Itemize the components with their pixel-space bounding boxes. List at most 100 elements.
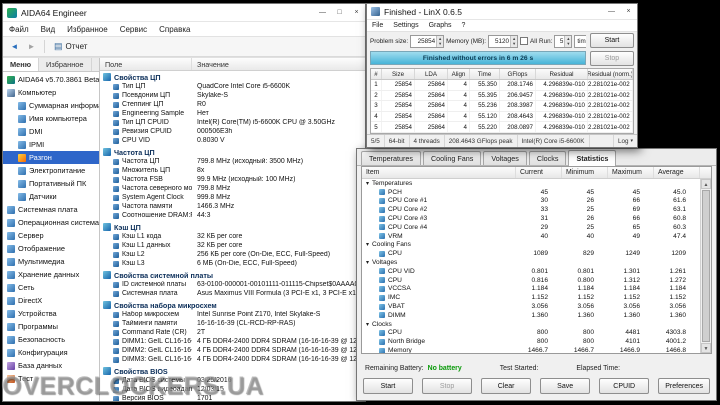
field-row[interactable]: Кэш L2 256 КБ per core (On-Die, ECC, Ful… (100, 250, 365, 259)
run-spinner[interactable]: 5 ▲ ▼ (554, 34, 573, 48)
linx-titlebar[interactable]: Finished - LinX 0.6.5 — × (367, 4, 637, 20)
stats-row[interactable]: ▾ IMC 1.152 1.152 1.152 1.152 (362, 293, 700, 302)
menu-item[interactable]: Файл (3, 25, 35, 34)
field-row[interactable]: DIMM3: GeIL CL16-16-16 DDR4-2400 4 ГБ DD… (100, 355, 365, 364)
field-row[interactable]: Соотношение DRAM:FSB 44:3 (100, 211, 365, 220)
scroll-up-icon[interactable]: ▲ (701, 179, 711, 189)
aida64-titlebar[interactable]: AIDA64 Engineer — □ × (3, 4, 365, 22)
menu-item[interactable]: Сервис (114, 25, 153, 34)
log-button[interactable]: Log ▾ (612, 135, 637, 147)
tree-item[interactable]: Портативный ПК (3, 177, 99, 190)
field-row[interactable]: Псевдоним ЦП Skylake-S (100, 91, 365, 100)
maximize-button[interactable]: □ (331, 4, 348, 21)
col-residual[interactable]: Residual (536, 69, 588, 79)
group-collapse-icon[interactable]: ▾ (366, 180, 369, 187)
spinner-down-icon[interactable]: ▼ (511, 41, 517, 47)
group-collapse-icon[interactable]: ▾ (366, 259, 369, 266)
tree-item[interactable]: AIDA64 v5.70.3861 Beta (3, 73, 99, 86)
tree-item[interactable]: Датчики (3, 190, 99, 203)
field-row[interactable]: Ревизия CPUID 000506E3h (100, 127, 365, 136)
col-lda[interactable]: LDA (415, 69, 448, 79)
times-dropdown[interactable]: times ▾ (574, 34, 586, 48)
col-gflops[interactable]: GFlops (500, 69, 536, 79)
test-control-button[interactable]: CPUID (599, 378, 650, 394)
tree-item[interactable]: DirectX (3, 294, 99, 307)
stats-row[interactable]: ▾ Clocks (362, 320, 700, 329)
field-row[interactable]: Дата BIOS системы 03/25/2016 (100, 376, 365, 385)
grid-header-value[interactable]: Значение (192, 60, 365, 69)
col-minimum[interactable]: Minimum (562, 167, 608, 178)
field-row[interactable]: Множитель ЦП 8x (100, 166, 365, 175)
menu-item[interactable]: Graphs (424, 22, 457, 29)
menu-item[interactable]: ? (457, 22, 471, 29)
tree-item[interactable]: Сервер (3, 229, 99, 242)
test-control-button[interactable]: Save (540, 378, 591, 394)
stats-row[interactable]: ▾ CPU 1089 829 1249 1209 (362, 249, 700, 258)
vertical-scrollbar[interactable]: ▲ ▼ (700, 179, 711, 353)
stats-row[interactable]: ▾ CPU VID 0.801 0.801 1.301 1.261 (362, 267, 700, 276)
field-row[interactable]: Command Rate (CR) 2T (100, 328, 365, 337)
field-row[interactable]: Дата BIOS видеоадаптера 12/03/15 (100, 385, 365, 394)
field-row[interactable]: Степпинг ЦП R0 (100, 100, 365, 109)
minimize-button[interactable]: — (314, 4, 331, 21)
field-row[interactable]: Кэш L3 6 МБ (On-Die, ECC, Full-Speed) (100, 259, 365, 268)
scrollbar-thumb[interactable] (702, 190, 710, 342)
field-row[interactable]: DIMM1: GeIL CL16-16-16 DDR4-2400 4 ГБ DD… (100, 337, 365, 346)
memory-spinner[interactable]: 5120 ▲ ▼ (488, 34, 519, 48)
tree-item[interactable]: Безопасность (3, 333, 99, 346)
spinner-down-icon[interactable]: ▼ (565, 41, 571, 47)
col-current[interactable]: Current (516, 167, 562, 178)
result-row[interactable]: 4 25854 25864 4 55.120 208.4643 4.296839… (371, 111, 633, 123)
forward-button[interactable]: ► (24, 39, 39, 55)
stats-row[interactable]: ▾ CPU 0.816 0.800 1.312 1.272 (362, 276, 700, 285)
stats-row[interactable]: ▾ Voltages (362, 258, 700, 267)
result-row[interactable]: 5 25854 25864 4 55.220 208.0897 4.296839… (371, 122, 633, 133)
sensor-tab[interactable]: Statistics (568, 150, 617, 166)
tree-item[interactable]: Сеть (3, 281, 99, 294)
tree-item[interactable]: Хранение данных (3, 268, 99, 281)
grid-header-field[interactable]: Поле (100, 58, 192, 70)
stats-row[interactable]: ▾ Memory 1466.7 1466.7 1466.9 1466.8 (362, 346, 700, 353)
spinner-down-icon[interactable]: ▼ (437, 41, 443, 47)
col-residual-norm[interactable]: Residual (norm.) (588, 69, 633, 79)
field-row[interactable]: DIMM2: GeIL CL16-16-16 DDR4-2400 4 ГБ DD… (100, 346, 365, 355)
test-control-button[interactable]: Stop (422, 378, 473, 394)
field-row[interactable]: Тип ЦП CPUID Intel(R) Core(TM) i5-6600K … (100, 118, 365, 127)
tree-item[interactable]: Программы (3, 320, 99, 333)
stats-row[interactable]: ▾ CPU Core #4 29 25 65 60.3 (362, 223, 700, 232)
menu-item[interactable]: File (367, 22, 388, 29)
stats-row[interactable]: ▾ Temperatures (362, 179, 700, 188)
field-row[interactable]: Частота FSB 99.9 MHz (исходный: 100 MHz) (100, 175, 365, 184)
field-row[interactable]: Версия BIOS 1701 (100, 394, 365, 401)
tree-item[interactable]: Отображение (3, 242, 99, 255)
tree-item[interactable]: DMI (3, 125, 99, 138)
sensor-tab[interactable]: Cooling Fans (422, 151, 482, 165)
field-row[interactable]: System Agent Clock 999.8 MHz (100, 193, 365, 202)
menu-item[interactable]: Settings (388, 22, 423, 29)
menu-item[interactable]: Вид (35, 25, 61, 34)
group-collapse-icon[interactable]: ▾ (366, 321, 369, 328)
report-button[interactable]: ▤ Отчет (50, 39, 91, 55)
stats-row[interactable]: ▾ VBAT 3.056 3.056 3.056 3.056 (362, 302, 700, 311)
field-row[interactable]: Частота ЦП 799.8 MHz (исходный: 3500 MHz… (100, 157, 365, 166)
stats-row[interactable]: ▾ CPU 800 800 4481 4303.8 (362, 329, 700, 338)
tree-item[interactable]: Операционная система (3, 216, 99, 229)
all-checkbox[interactable] (520, 37, 529, 45)
field-row[interactable]: Частота памяти 1466.3 MHz (100, 202, 365, 211)
stop-button[interactable]: Stop (590, 51, 634, 66)
stats-row[interactable]: ▾ PCH 45 45 45 45.0 (362, 188, 700, 197)
close-button[interactable]: × (348, 4, 365, 21)
field-row[interactable]: Engineering Sample Нет (100, 109, 365, 118)
stats-row[interactable]: ▾ CPU Core #2 33 25 69 63.1 (362, 205, 700, 214)
stats-row[interactable]: ▾ VRM 40 40 49 47.4 (362, 232, 700, 241)
field-row[interactable]: Тип ЦП QuadCore Intel Core i5-6600K (100, 82, 365, 91)
sensor-tab[interactable]: Clocks (528, 151, 567, 165)
field-row[interactable]: Кэш L1 кода 32 КБ per core (100, 232, 365, 241)
col-maximum[interactable]: Maximum (608, 167, 654, 178)
result-row[interactable]: 1 25854 25864 4 55.350 208.1746 4.296839… (371, 80, 633, 91)
field-row[interactable]: ID системной платы 63-0100-000001-001011… (100, 280, 365, 289)
tree-item[interactable]: Тест (3, 372, 99, 385)
tree-item[interactable]: Компьютер (3, 86, 99, 99)
col-time[interactable]: Time (470, 69, 500, 79)
tree-item[interactable]: Системная плата (3, 203, 99, 216)
